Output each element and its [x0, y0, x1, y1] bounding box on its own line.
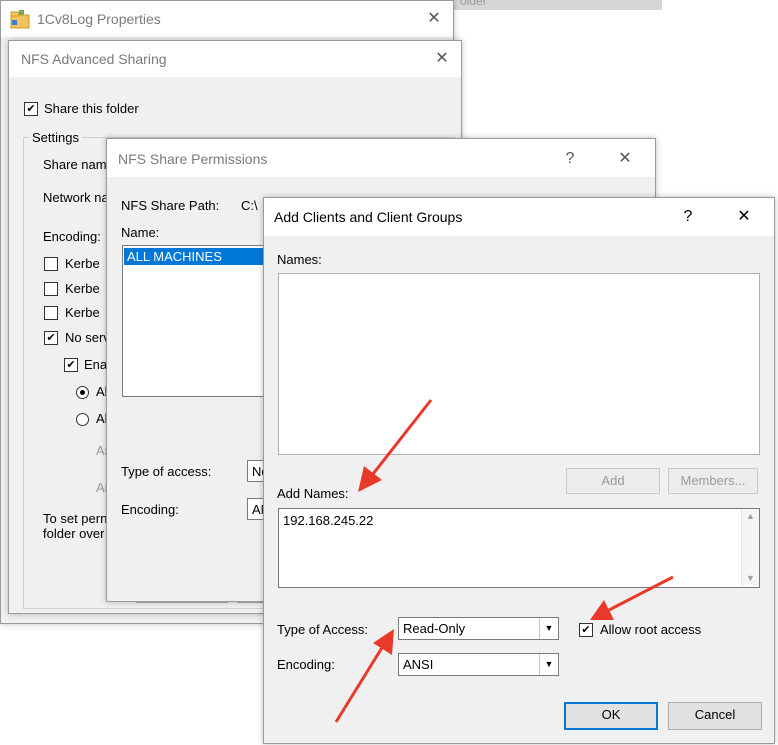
arrow-to-add-names — [358, 399, 433, 492]
arrow-to-type-of-access — [334, 629, 394, 723]
arrow-to-allow-root — [590, 575, 674, 620]
annotation-arrows — [334, 399, 674, 723]
